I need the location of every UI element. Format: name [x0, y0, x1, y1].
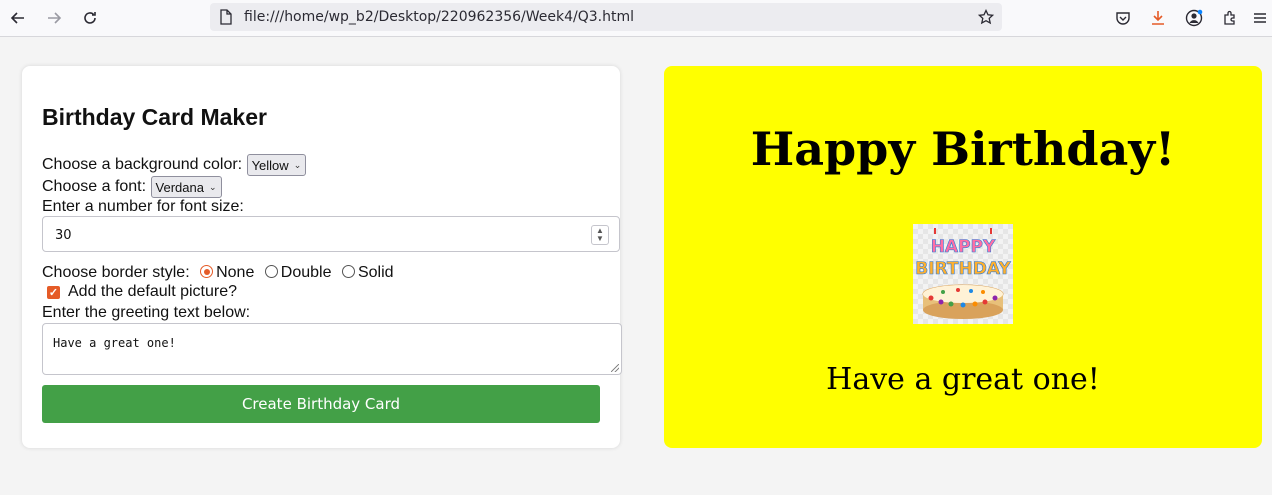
url-text: file:///home/wp_b2/Desktop/220962356/Wee…	[244, 9, 635, 25]
card-maker-form: Birthday Card Maker Choose a background …	[22, 66, 622, 448]
border-radio-solid[interactable]	[341, 265, 355, 278]
font-select[interactable]: Verdana ⌄	[150, 176, 222, 198]
border-radio-double[interactable]	[264, 265, 278, 278]
forward-icon[interactable]	[42, 6, 66, 30]
picture-checkbox[interactable]: ✓	[47, 286, 60, 299]
greeting-textarea[interactable]: Have a great one!	[42, 323, 622, 375]
bg-color-select[interactable]: Yellow ⌄	[246, 154, 307, 176]
extensions-icon[interactable]	[1218, 6, 1242, 30]
birthday-card: Happy Birthday! HAPPY BIRTHDAY Have a gr…	[664, 66, 1262, 448]
svg-text:HAPPY: HAPPY	[931, 237, 996, 257]
bg-color-label: Choose a background color:	[42, 156, 243, 174]
form-title: Birthday Card Maker	[42, 104, 267, 130]
font-row: Choose a font: Verdana ⌄	[42, 176, 222, 198]
font-size-label: Enter a number for font size:	[42, 198, 244, 215]
number-spinner[interactable]: ▲ ▼	[591, 225, 609, 245]
border-option-solid: Solid	[357, 264, 394, 281]
page-icon	[214, 5, 238, 29]
font-value: Verdana	[155, 179, 204, 195]
card-message: Have a great one!	[826, 362, 1100, 397]
border-option-none: None	[216, 264, 255, 281]
picture-label: Add the default picture?	[68, 283, 238, 300]
border-label: Choose border style:	[42, 264, 190, 281]
spinner-down-icon[interactable]: ▼	[596, 235, 604, 243]
greeting-label: Enter the greeting text below:	[42, 304, 251, 321]
chevron-down-icon: ⌄	[208, 181, 217, 192]
font-size-input[interactable]: 30 ▲ ▼	[42, 216, 620, 252]
pocket-icon[interactable]	[1111, 6, 1135, 30]
browser-toolbar: file:///home/wp_b2/Desktop/220962356/Wee…	[0, 0, 1272, 37]
account-icon[interactable]	[1182, 6, 1206, 30]
chevron-down-icon: ⌄	[293, 159, 302, 170]
back-icon[interactable]	[6, 6, 30, 30]
bg-color-value: Yellow	[251, 157, 289, 173]
url-bar[interactable]: file:///home/wp_b2/Desktop/220962356/Wee…	[210, 3, 1002, 31]
border-row: Choose border style: None Double Solid	[42, 264, 394, 282]
create-card-button[interactable]: Create Birthday Card	[42, 385, 600, 423]
bg-color-row: Choose a background color: Yellow ⌄	[42, 154, 307, 176]
bookmark-star-icon[interactable]	[974, 5, 998, 29]
font-size-value: 30	[55, 228, 72, 243]
greeting-value: Have a great one!	[53, 336, 176, 350]
font-label: Choose a font:	[42, 178, 147, 196]
reload-icon[interactable]	[78, 6, 102, 30]
border-option-double: Double	[280, 264, 332, 281]
resize-handle-icon[interactable]	[611, 364, 619, 372]
birthday-cake-image: HAPPY BIRTHDAY	[913, 224, 1013, 324]
svg-text:BIRTHDAY: BIRTHDAY	[915, 259, 1011, 279]
border-radio-none[interactable]	[200, 265, 214, 278]
menu-icon[interactable]	[1248, 6, 1272, 30]
card-heading: Happy Birthday!	[750, 122, 1176, 176]
download-icon[interactable]	[1146, 6, 1170, 30]
